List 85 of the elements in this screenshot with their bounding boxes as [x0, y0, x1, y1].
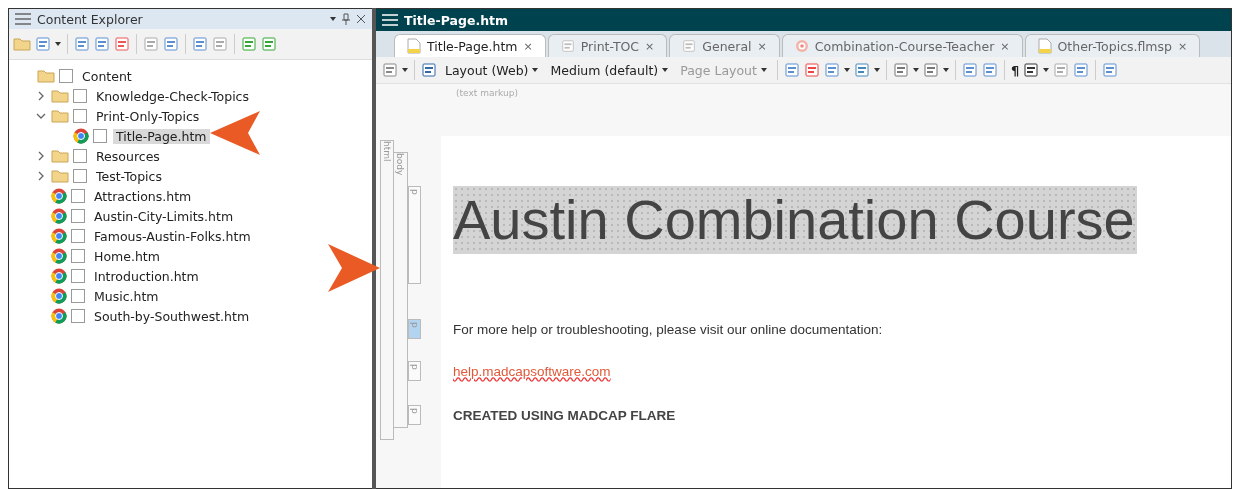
- paragraph-text: For more help or troubleshooting, please visit our online documentation:: [453, 321, 883, 337]
- pin-icon[interactable]: [342, 13, 350, 25]
- caret-icon: [843, 68, 850, 72]
- browser-icon: [51, 288, 67, 304]
- folder-icon: [51, 89, 69, 103]
- panel-title: Content Explorer: [37, 11, 144, 27]
- folder-icon: [51, 169, 69, 183]
- caret-icon: [1043, 68, 1050, 72]
- chevron-icon[interactable]: [36, 151, 46, 161]
- caret-icon: [402, 68, 408, 72]
- pointer-arrow: [328, 244, 380, 292]
- document-tab[interactable]: Other-Topics.flmsp ×: [1024, 34, 1201, 57]
- document-icon[interactable]: [803, 62, 820, 78]
- credit-text: CREATED USING MADCAP FLARE: [453, 407, 676, 423]
- document-tab[interactable]: Print-TOC ×: [547, 34, 668, 57]
- caret-icon: [662, 68, 669, 72]
- document-tab[interactable]: Combination-Course-Teacher ×: [781, 34, 1023, 57]
- checkbox[interactable]: [71, 229, 85, 243]
- layout-dropdown[interactable]: Medium (default): [546, 62, 673, 78]
- close-icon[interactable]: [356, 14, 366, 24]
- tree-item[interactable]: Home.htm: [91, 248, 163, 264]
- folder-icon: [37, 69, 55, 83]
- browser-icon: [51, 208, 67, 224]
- document-icon[interactable]: [853, 62, 870, 78]
- caret-icon: [330, 17, 336, 21]
- browser-icon: [51, 228, 67, 244]
- tree-item[interactable]: Music.htm: [91, 288, 162, 304]
- tree-item[interactable]: Test-Topics: [93, 168, 165, 184]
- checkbox[interactable]: [71, 289, 85, 303]
- checkbox[interactable]: [71, 269, 85, 283]
- checkbox[interactable]: [73, 109, 87, 123]
- tree-item[interactable]: Introduction.htm: [91, 268, 202, 284]
- document-icon[interactable]: [682, 38, 697, 54]
- caret-icon: [912, 68, 919, 72]
- chevron-icon[interactable]: [36, 91, 46, 101]
- browser-icon: [51, 248, 67, 264]
- document-icon[interactable]: [922, 62, 939, 78]
- layout-dropdown[interactable]: Layout (Web): [441, 62, 543, 78]
- checkbox[interactable]: [71, 309, 85, 323]
- checkbox[interactable]: [59, 69, 73, 83]
- menu-icon[interactable]: [15, 13, 31, 25]
- folder-icon: [51, 149, 69, 163]
- caret-icon: [873, 68, 880, 72]
- document-title: Title-Page.htm: [404, 12, 509, 28]
- caret-icon: [760, 68, 767, 72]
- folder-icon: [13, 37, 31, 51]
- pointer-arrow: [210, 111, 262, 155]
- tree-item[interactable]: Austin-City-Limits.htm: [91, 208, 237, 224]
- tree-item[interactable]: Title-Page.htm: [113, 128, 210, 144]
- tree-item[interactable]: Famous-Austin-Folks.htm: [91, 228, 254, 244]
- tree-item[interactable]: Resources: [93, 148, 163, 164]
- checkbox[interactable]: [93, 129, 107, 143]
- caret-icon: [942, 68, 949, 72]
- checkbox[interactable]: [71, 209, 85, 223]
- checkbox[interactable]: [71, 249, 85, 263]
- browser-icon: [51, 188, 67, 204]
- chevron-icon[interactable]: [36, 171, 46, 181]
- document-tab[interactable]: General ×: [669, 34, 780, 57]
- checkbox[interactable]: [73, 89, 87, 103]
- pilcrow-button[interactable]: ¶: [1010, 62, 1020, 78]
- browser-icon: [51, 268, 67, 284]
- checkbox[interactable]: [71, 189, 85, 203]
- checkbox[interactable]: [73, 169, 87, 183]
- heading-text: Austin Combination Course: [453, 186, 1137, 254]
- document-tab[interactable]: Title-Page.htm ×: [394, 34, 546, 57]
- target-icon: [794, 39, 809, 53]
- markup-hint: (text markup): [455, 87, 519, 100]
- document-icon: [1037, 38, 1052, 54]
- tree-item[interactable]: South-by-Southwest.htm: [91, 308, 253, 324]
- browser-icon: [73, 128, 89, 144]
- tree-item[interactable]: Print-Only-Topics: [93, 108, 203, 124]
- caret-icon: [532, 68, 539, 72]
- document-icon[interactable]: [192, 36, 208, 52]
- browser-icon: [51, 308, 67, 324]
- document-icon[interactable]: [560, 38, 575, 54]
- document-icon: [407, 38, 421, 54]
- folder-icon: [51, 109, 69, 123]
- tree-item[interactable]: Knowledge-Check-Topics: [93, 88, 252, 104]
- chevron-icon[interactable]: [36, 111, 46, 121]
- tree-item[interactable]: Attractions.htm: [91, 188, 195, 204]
- caret-icon: [55, 42, 61, 46]
- tree-item[interactable]: Content: [79, 68, 135, 84]
- checkbox[interactable]: [73, 149, 87, 163]
- help-link[interactable]: help.madcapsoftware.com: [453, 363, 611, 379]
- document-icon[interactable]: [892, 62, 909, 78]
